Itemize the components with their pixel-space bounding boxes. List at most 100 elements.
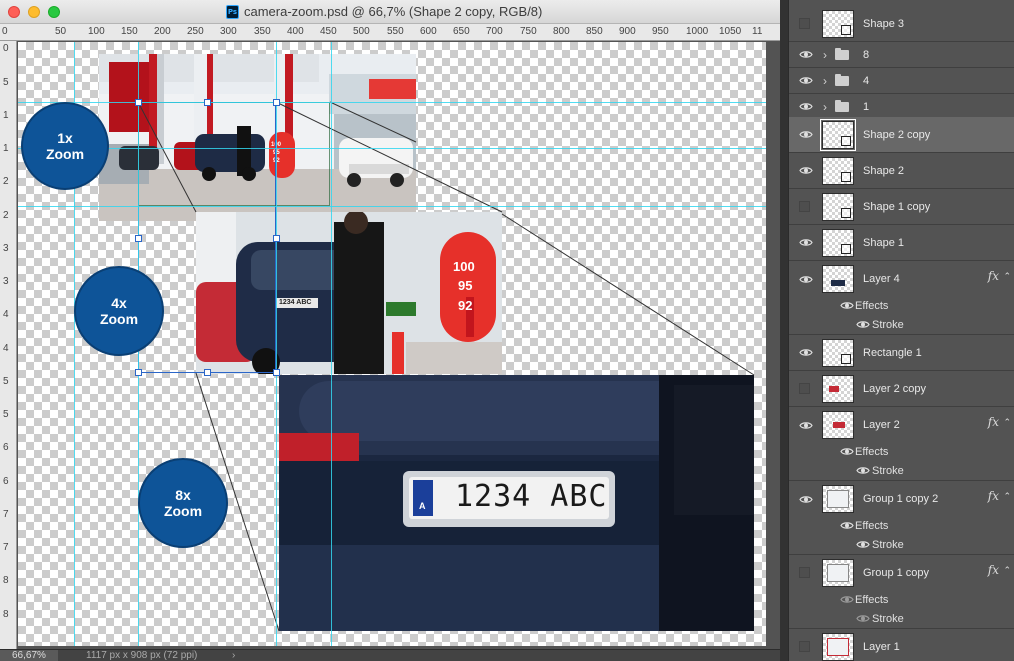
visibility-toggle-off[interactable]: [799, 567, 810, 578]
title-bar[interactable]: Ps camera-zoom.psd @ 66,7% (Shape 2 copy…: [0, 0, 780, 24]
layer-group-4[interactable]: › 4: [789, 68, 1014, 94]
layer-effects-fx-icon[interactable]: fx: [988, 415, 999, 429]
photo-8x-license-plate[interactable]: 1234 ABC A: [279, 375, 754, 631]
layer-row-rectangle-1[interactable]: Rectangle 1: [789, 335, 1014, 371]
eye-icon[interactable]: [855, 315, 871, 334]
layer-row-shape-1-copy[interactable]: Shape 1 copy: [789, 189, 1014, 225]
chevron-right-icon[interactable]: ›: [823, 42, 827, 67]
group-name[interactable]: 4: [863, 68, 869, 93]
guide-vertical[interactable]: [331, 42, 332, 646]
stroke-effect-row[interactable]: Stroke: [789, 315, 1014, 335]
layer-name[interactable]: Shape 2: [863, 153, 904, 188]
eye-icon[interactable]: [798, 261, 814, 297]
eye-icon[interactable]: [798, 481, 814, 517]
zoom-badge-8x[interactable]: 8x Zoom: [138, 458, 228, 548]
effects-row[interactable]: Effects: [789, 590, 1014, 609]
eye-icon[interactable]: [839, 296, 855, 315]
eye-icon[interactable]: [798, 68, 814, 93]
layer-effects-fx-icon[interactable]: fx: [988, 563, 999, 577]
guide-horizontal[interactable]: [18, 102, 766, 103]
transform-handle[interactable]: [204, 99, 211, 106]
group-name[interactable]: 8: [863, 42, 869, 67]
layer-row-shape-2[interactable]: Shape 2: [789, 153, 1014, 189]
layer-row-layer-4[interactable]: Layer 4 fx ⌃: [789, 261, 1014, 297]
status-menu-arrow-icon[interactable]: ›: [232, 650, 235, 661]
eye-icon[interactable]: [855, 609, 871, 628]
eye-icon[interactable]: [798, 335, 814, 370]
stroke-effect-row[interactable]: Stroke: [789, 609, 1014, 629]
layer-name[interactable]: Rectangle 1: [863, 335, 922, 370]
eye-icon[interactable]: [839, 590, 855, 609]
layer-name[interactable]: Shape 2 copy: [863, 117, 930, 152]
eye-icon[interactable]: [798, 225, 814, 260]
layer-name[interactable]: Shape 1 copy: [863, 189, 930, 224]
transform-handle[interactable]: [135, 99, 142, 106]
layer-row-layer-2[interactable]: Layer 2 fx ⌃: [789, 407, 1014, 443]
visibility-toggle-off[interactable]: [799, 18, 810, 29]
layer-name[interactable]: Layer 2 copy: [863, 371, 926, 406]
effects-row[interactable]: Effects: [789, 296, 1014, 315]
layer-name[interactable]: Group 1 copy 2: [863, 481, 938, 517]
layer-group-8[interactable]: › 8: [789, 42, 1014, 68]
document-size-info[interactable]: 1117 px x 908 px (72 ppi): [86, 650, 197, 661]
transform-handle[interactable]: [273, 235, 280, 242]
layer-name[interactable]: Layer 2: [863, 407, 900, 443]
zoom-window-button[interactable]: [48, 6, 60, 18]
zoom-level-field[interactable]: 66,67%: [0, 650, 58, 661]
canvas-area[interactable]: 100 95 92: [18, 42, 780, 649]
layer-row-group-1-copy-2[interactable]: Group 1 copy 2 fx ⌃: [789, 481, 1014, 517]
transform-handle[interactable]: [273, 369, 280, 376]
effects-row[interactable]: Effects: [789, 516, 1014, 535]
layer-row-layer-1[interactable]: Layer 1: [789, 629, 1014, 661]
layer-thumbnail: [822, 485, 854, 513]
transform-handle[interactable]: [204, 369, 211, 376]
eye-icon[interactable]: [855, 535, 871, 554]
eye-icon[interactable]: [839, 516, 855, 535]
eye-icon[interactable]: [798, 153, 814, 188]
document-canvas[interactable]: 100 95 92: [18, 42, 766, 646]
stroke-effect-row[interactable]: Stroke: [789, 461, 1014, 481]
guide-horizontal[interactable]: [18, 148, 766, 149]
minimize-window-button[interactable]: [28, 6, 40, 18]
eye-icon[interactable]: [798, 117, 814, 152]
close-window-button[interactable]: [8, 6, 20, 18]
eye-icon[interactable]: [798, 42, 814, 67]
horizontal-ruler[interactable]: 0 50 100 150 200 250 300 350 400 450 500…: [0, 24, 780, 41]
zoom-badge-4x[interactable]: 4x Zoom: [74, 266, 164, 356]
chevron-up-icon[interactable]: ⌃: [1003, 271, 1011, 282]
eye-icon[interactable]: [798, 94, 814, 119]
vertical-ruler[interactable]: 0 5 1 1 2 2 3 3 4 4 5 5 6 6 7 7 8 8: [0, 41, 17, 649]
zoom-badge-1x[interactable]: 1x Zoom: [21, 102, 109, 190]
eye-icon[interactable]: [855, 461, 871, 480]
layer-name[interactable]: Shape 1: [863, 225, 904, 260]
layer-effects-fx-icon[interactable]: fx: [988, 269, 999, 283]
layer-row-layer-2-copy[interactable]: Layer 2 copy: [789, 371, 1014, 407]
chevron-right-icon[interactable]: ›: [823, 68, 827, 93]
layer-name[interactable]: Layer 1: [863, 629, 900, 661]
chevron-up-icon[interactable]: ⌃: [1003, 565, 1011, 576]
stroke-effect-row[interactable]: Stroke: [789, 535, 1014, 555]
layer-name[interactable]: Shape 3: [863, 6, 904, 41]
group-name[interactable]: 1: [863, 94, 869, 119]
chevron-up-icon[interactable]: ⌃: [1003, 491, 1011, 502]
layer-row-shape-2-copy[interactable]: Shape 2 copy: [789, 117, 1014, 153]
layer-row-group-1-copy[interactable]: Group 1 copy fx ⌃: [789, 555, 1014, 591]
visibility-toggle-off[interactable]: [799, 201, 810, 212]
transform-handle[interactable]: [135, 369, 142, 376]
layer-effects-fx-icon[interactable]: fx: [988, 489, 999, 503]
visibility-toggle-off[interactable]: [799, 383, 810, 394]
layer-name[interactable]: Group 1 copy: [863, 555, 929, 591]
guide-horizontal[interactable]: [18, 206, 766, 207]
layer-row-shape-3[interactable]: Shape 3: [789, 6, 1014, 42]
transform-handle[interactable]: [135, 235, 142, 242]
chevron-right-icon[interactable]: ›: [823, 94, 827, 119]
effects-row[interactable]: Effects: [789, 442, 1014, 461]
eye-icon[interactable]: [839, 442, 855, 461]
eye-icon[interactable]: [798, 407, 814, 443]
visibility-toggle-off[interactable]: [799, 641, 810, 652]
layer-name[interactable]: Layer 4: [863, 261, 900, 297]
layer-row-shape-1[interactable]: Shape 1: [789, 225, 1014, 261]
transform-handle[interactable]: [273, 99, 280, 106]
guide-vertical[interactable]: [276, 42, 277, 646]
chevron-up-icon[interactable]: ⌃: [1003, 417, 1011, 428]
